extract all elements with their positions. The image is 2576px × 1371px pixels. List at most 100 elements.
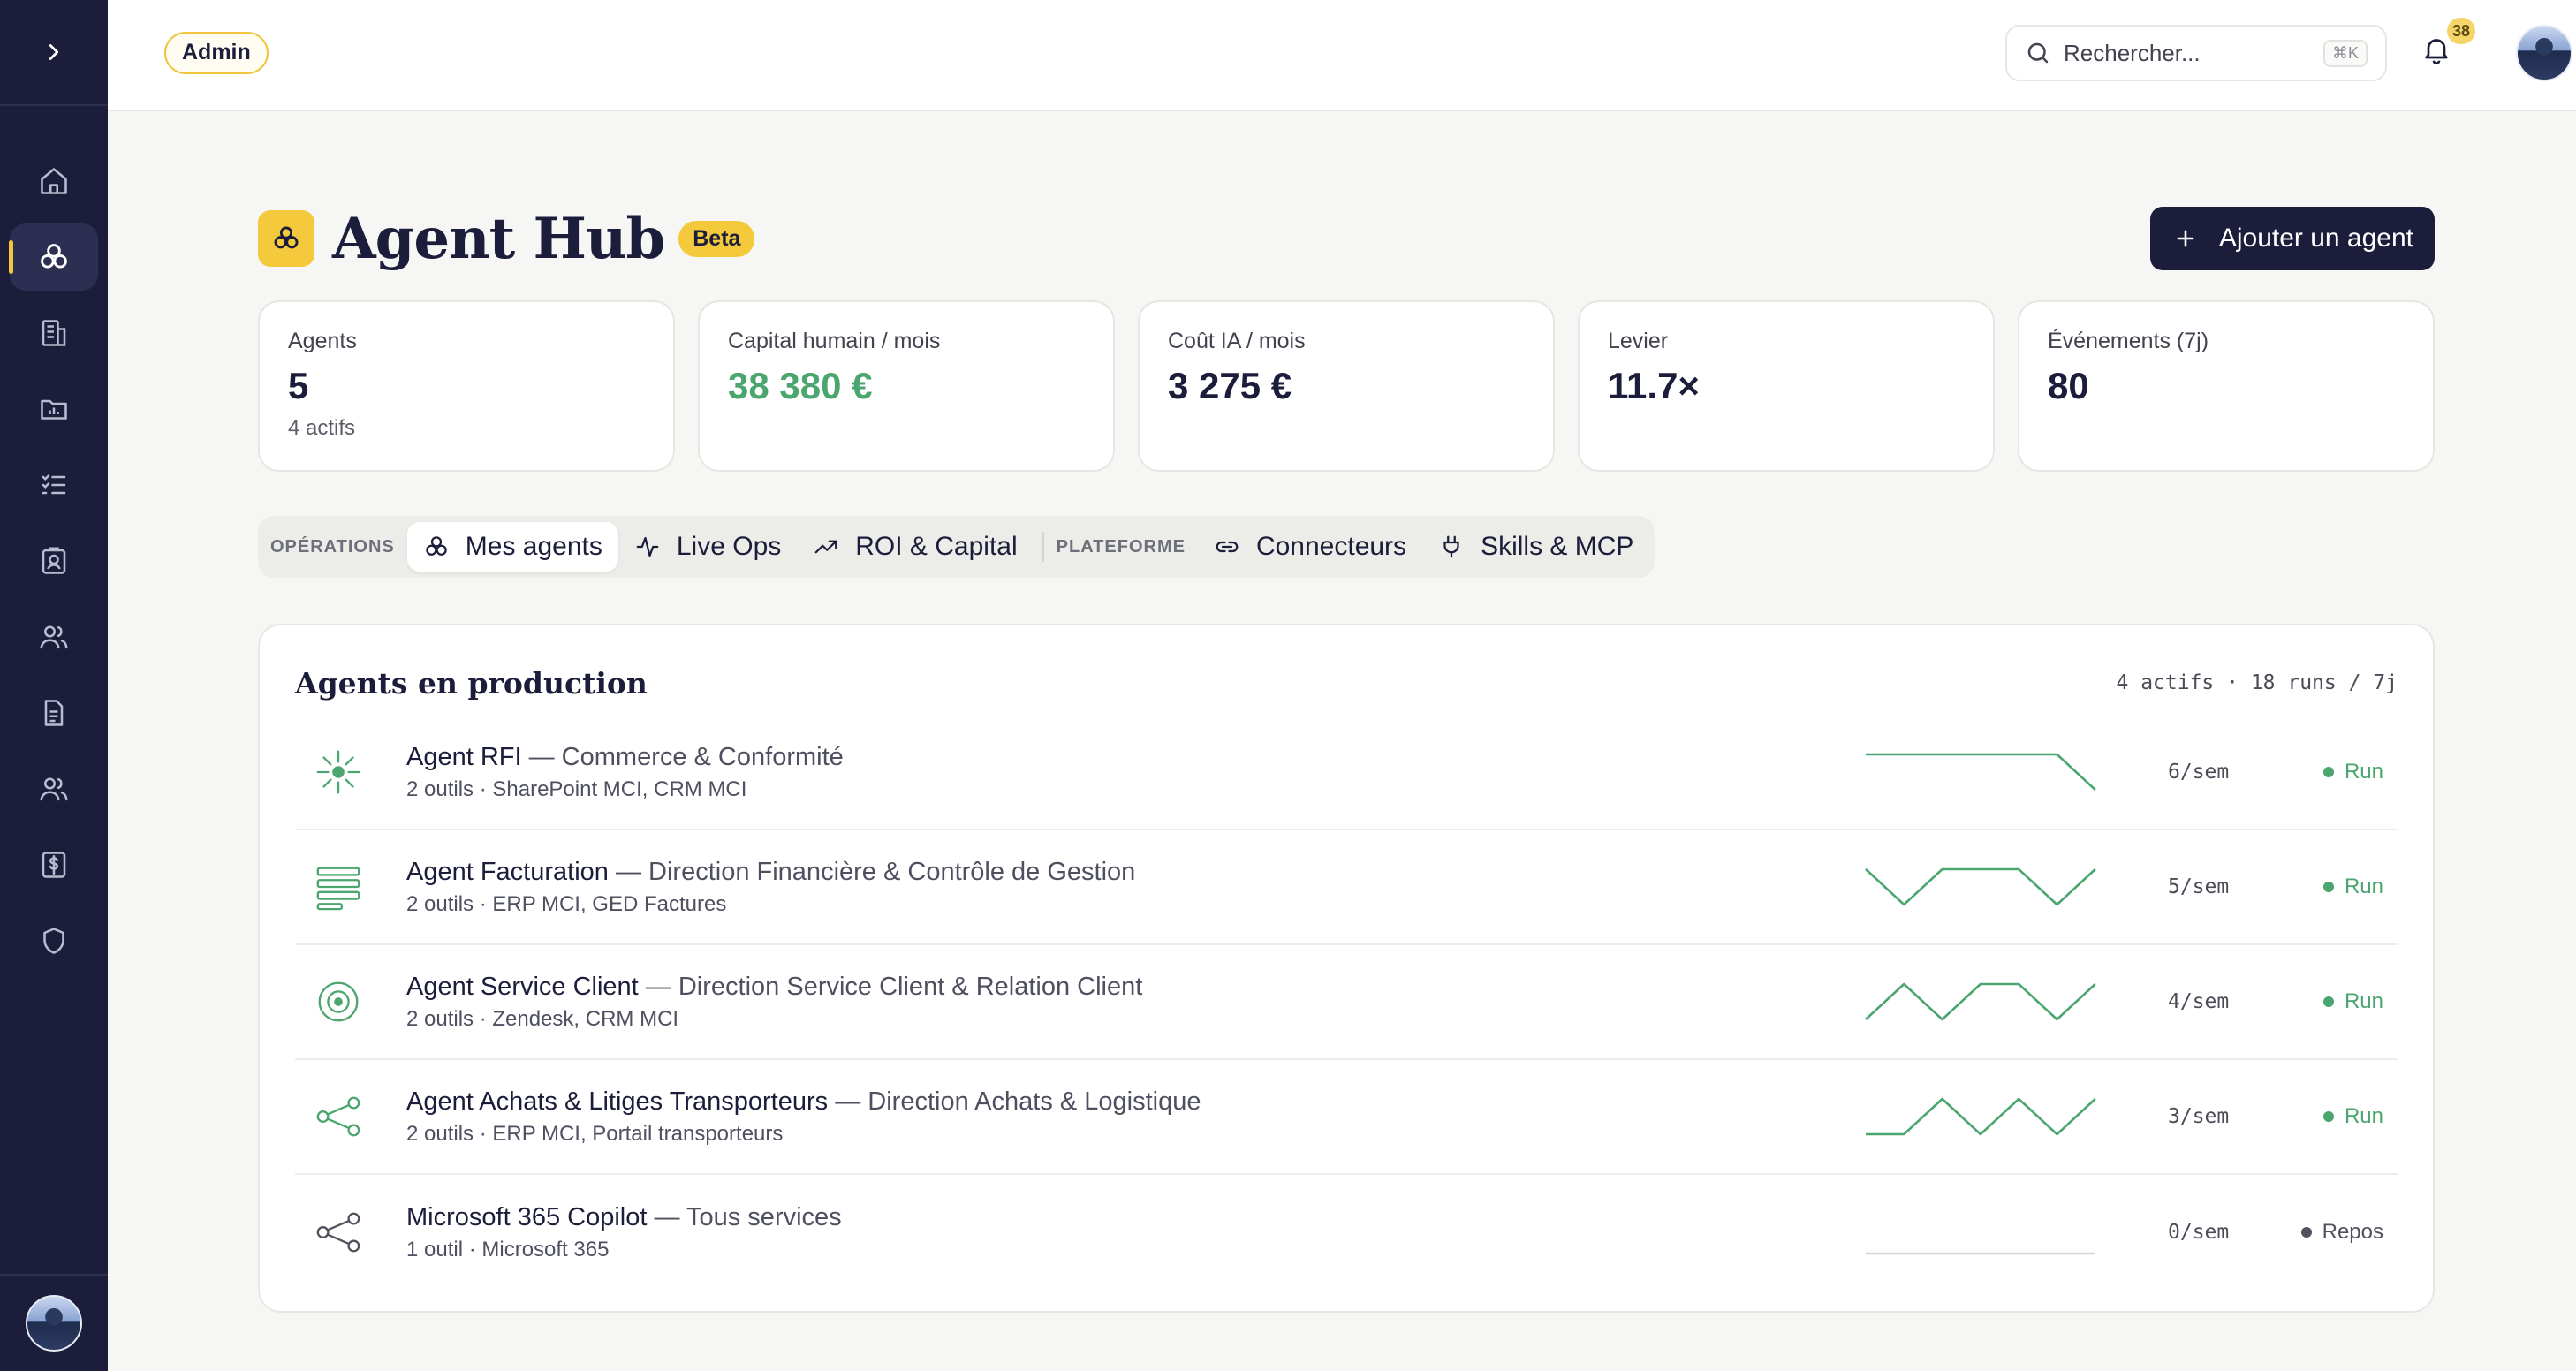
sidebar-item-folders[interactable] xyxy=(0,371,108,447)
status-badge: Run xyxy=(2274,760,2398,784)
stack-icon xyxy=(313,861,364,913)
agent-info: Microsoft 365 Copilot — Tous services 1 o… xyxy=(406,1203,1864,1262)
kpi-label: Coût IA / mois xyxy=(1168,329,1306,353)
user-avatar[interactable] xyxy=(2516,25,2572,81)
status-badge: Run xyxy=(2274,875,2398,899)
checklist-icon xyxy=(42,474,66,495)
sidebar-nav xyxy=(0,106,108,1274)
sidebar-item-tasks[interactable] xyxy=(0,447,108,523)
page-title: Agent Hub xyxy=(332,205,665,272)
bell-icon xyxy=(2425,39,2448,65)
sidebar-user[interactable] xyxy=(0,1274,108,1371)
share-icon xyxy=(313,1207,364,1258)
chevron-right-icon xyxy=(49,44,59,60)
agent-name: Microsoft 365 Copilot xyxy=(406,1202,648,1231)
trending-up-icon xyxy=(814,540,837,554)
status-dot-icon xyxy=(2322,996,2334,1007)
sidebar-item-agent-hub[interactable] xyxy=(0,219,108,295)
status-dot-icon xyxy=(2322,882,2334,892)
status-dot-icon xyxy=(2322,767,2334,777)
sidebar-item-documents[interactable] xyxy=(0,675,108,751)
users-icon xyxy=(40,625,68,649)
agent-department: — Direction Financière & Contrôle de Ges… xyxy=(608,857,1136,886)
add-agent-button[interactable]: Ajouter un agent xyxy=(2149,207,2435,270)
sidebar-item-team[interactable] xyxy=(0,599,108,675)
folder-chart-icon xyxy=(41,399,67,420)
sidebar-item-finance[interactable] xyxy=(0,827,108,903)
sidebar-item-building[interactable] xyxy=(0,295,108,371)
role-badge: Admin xyxy=(164,32,269,74)
search-input[interactable]: Rechercher... ⌘K xyxy=(2005,25,2387,81)
status-label: Repos xyxy=(2322,1220,2383,1244)
search-placeholder: Rechercher... xyxy=(2064,39,2201,66)
agent-rate: 6/sem xyxy=(2168,761,2230,784)
kpi-human-capital: Capital humain / mois 38 380 € xyxy=(698,300,1115,472)
agents-panel: Agents en production 4 actifs · 18 runs … xyxy=(258,624,2435,1313)
agent-info: Agent Service Client — Direction Service… xyxy=(406,973,1864,1032)
kpi-events: Événements (7j) 80 xyxy=(2018,300,2435,472)
target-icon xyxy=(313,976,364,1027)
main-content: Agent Hub Beta Ajouter un agent Agents 5… xyxy=(258,200,2435,1313)
plug-icon xyxy=(1443,535,1459,558)
agent-row[interactable]: Agent Facturation — Direction Financière… xyxy=(295,830,2398,945)
kpi-label: Agents xyxy=(288,329,357,353)
agent-tools: 2 outils · ERP MCI, GED Factures xyxy=(406,891,727,916)
plus-icon xyxy=(2177,230,2194,247)
status-dot-icon xyxy=(2300,1227,2312,1238)
agent-tools: 2 outils · SharePoint MCI, CRM MCI xyxy=(406,776,747,801)
tab-roi-capital[interactable]: ROI & Capital xyxy=(797,522,1033,572)
activity-sparkline xyxy=(1866,1252,2095,1255)
agents-cluster-icon xyxy=(426,536,447,556)
agent-row[interactable]: Agent RFI — Commerce & Conformité 2 outil… xyxy=(295,716,2398,830)
kpi-label: Levier xyxy=(1608,329,1669,353)
status-badge: Run xyxy=(2274,1104,2398,1129)
agent-row[interactable]: Agent Service Client — Direction Service… xyxy=(295,945,2398,1060)
sidebar-item-contacts[interactable] xyxy=(0,523,108,599)
id-badge-icon xyxy=(42,547,66,574)
agent-name: Agent Achats & Litiges Transporteurs xyxy=(406,1087,829,1116)
agent-department: — Direction Service Client & Relation Cl… xyxy=(638,972,1143,1001)
link-icon xyxy=(1216,541,1239,553)
dollar-receipt-icon xyxy=(42,852,66,878)
agent-rate: 3/sem xyxy=(2168,1105,2230,1128)
agent-row[interactable]: Microsoft 365 Copilot — Tous services 1 o… xyxy=(295,1175,2398,1290)
agent-department: — Direction Achats & Logistique xyxy=(828,1087,1201,1116)
kpi-sub: 4 actifs xyxy=(288,416,356,440)
sidebar-item-home[interactable] xyxy=(0,143,108,219)
tab-label: Skills & MCP xyxy=(1481,532,1634,561)
agent-row[interactable]: Agent Achats & Litiges Transporteurs — D… xyxy=(295,1060,2398,1175)
sparkline-path xyxy=(1865,982,2096,1021)
status-dot-icon xyxy=(2322,1111,2334,1122)
search-shortcut: ⌘K xyxy=(2322,39,2368,67)
tab-label: ROI & Capital xyxy=(855,532,1018,561)
panel-header: Agents en production 4 actifs · 18 runs … xyxy=(295,661,2398,705)
agent-title: Agent Facturation — Direction Financière… xyxy=(406,858,1864,887)
tab-skills-mcp[interactable]: Skills & MCP xyxy=(1422,522,1649,572)
sparkline-path xyxy=(1866,753,2096,791)
agent-info: Agent Facturation — Direction Financière… xyxy=(406,858,1864,917)
activity-sparkline xyxy=(1865,982,2096,1021)
panel-meta: 4 actifs · 18 runs / 7j xyxy=(2116,671,2398,694)
avatar[interactable] xyxy=(26,1295,82,1352)
agent-name: Agent Service Client xyxy=(406,972,639,1001)
kpi-label: Capital humain / mois xyxy=(728,329,941,353)
notifications-button[interactable] xyxy=(2421,34,2452,70)
tab-mes-agents[interactable]: Mes agents xyxy=(406,522,618,572)
tab-connecteurs[interactable]: Connecteurs xyxy=(1198,522,1422,572)
sidebar-item-people[interactable] xyxy=(0,751,108,827)
sidebar-item-security[interactable] xyxy=(0,903,108,979)
sidebar-toggle-button[interactable] xyxy=(0,0,108,106)
kpi-value: 5 xyxy=(288,365,309,406)
status-label: Run xyxy=(2344,989,2383,1013)
panel-title: Agents en production xyxy=(295,665,648,701)
agent-hub-icon xyxy=(258,210,314,267)
shield-icon xyxy=(43,928,64,954)
agent-department: — Tous services xyxy=(647,1202,842,1231)
tab-live-ops[interactable]: Live Ops xyxy=(618,522,797,572)
tab-label: Live Ops xyxy=(676,532,782,561)
status-label: Run xyxy=(2344,875,2383,898)
tab-bar: OPÉRATIONS Mes agents Live Ops ROI & Cap… xyxy=(258,516,1655,578)
kpi-label: Événements (7j) xyxy=(2048,329,2209,353)
activity-icon xyxy=(636,536,659,557)
sparkline-path xyxy=(1866,1097,2096,1136)
